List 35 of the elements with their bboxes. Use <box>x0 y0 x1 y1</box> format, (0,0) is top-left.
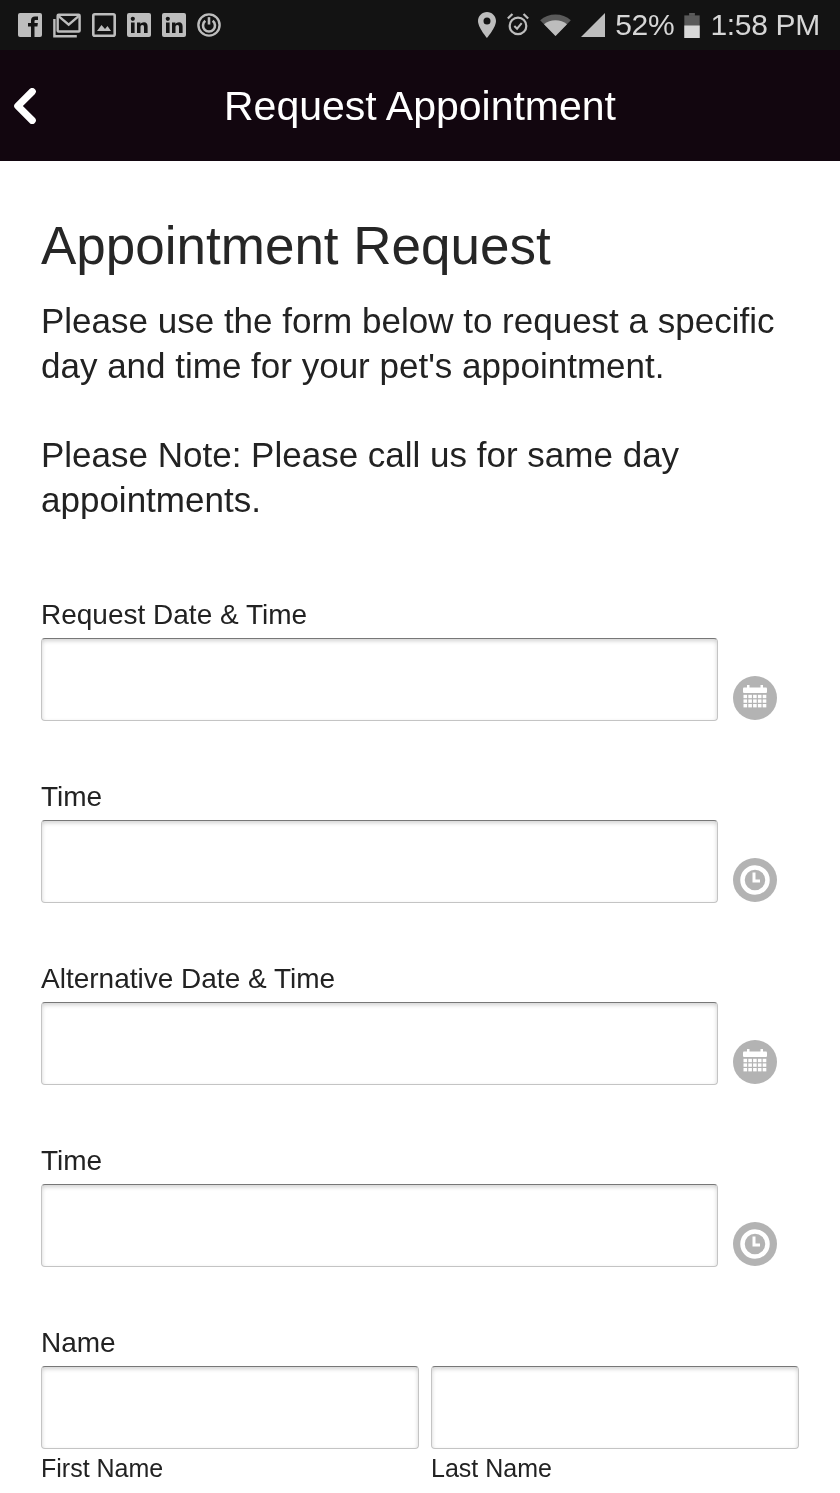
location-pin-icon <box>478 12 497 38</box>
circle-power-icon <box>197 13 221 37</box>
alarm-clock-icon <box>506 13 531 37</box>
name-input-field[interactable] <box>431 1366 799 1449</box>
field-sublabel: Last Name <box>431 1454 552 1482</box>
in-square-icon <box>162 13 186 37</box>
battery-icon <box>684 12 701 38</box>
field-label: Name <box>41 1326 116 1360</box>
time-input-field[interactable] <box>41 1184 718 1267</box>
name-input-field[interactable] <box>41 1366 419 1449</box>
f-square-icon <box>18 13 42 37</box>
clock-icon[interactable] <box>733 858 777 902</box>
field-label: Request Date & Time <box>41 598 308 632</box>
battery-percent: 52% <box>615 8 675 42</box>
field-label: Alternative Date & Time <box>41 962 336 996</box>
form-heading: Appointment Request <box>41 215 552 277</box>
image-icon <box>92 13 116 37</box>
date-input-field[interactable] <box>41 638 718 721</box>
time-input-field[interactable] <box>41 820 718 903</box>
field-sublabel: First Name <box>41 1454 164 1482</box>
intro-text: Please use the form below to request a specific day and time for your pet's appointment. <box>41 300 776 387</box>
date-input-field[interactable] <box>41 1002 718 1085</box>
clock-time: 1:58 PM <box>710 8 820 42</box>
calendar-icon[interactable] <box>733 676 777 720</box>
field-label: Time <box>41 1144 103 1178</box>
clock-icon[interactable] <box>733 1222 777 1266</box>
note-text: Please Note: Please call us for same day appointments. <box>41 434 681 521</box>
in-square-icon <box>127 13 151 37</box>
signal-icon <box>581 13 606 37</box>
mail-stack-icon <box>53 12 81 38</box>
chevron-left-icon <box>12 87 38 124</box>
wifi-icon <box>540 13 572 37</box>
calendar-icon[interactable] <box>733 1040 777 1084</box>
page-title: Request Appointment <box>222 81 617 130</box>
field-label: Time <box>41 780 103 814</box>
